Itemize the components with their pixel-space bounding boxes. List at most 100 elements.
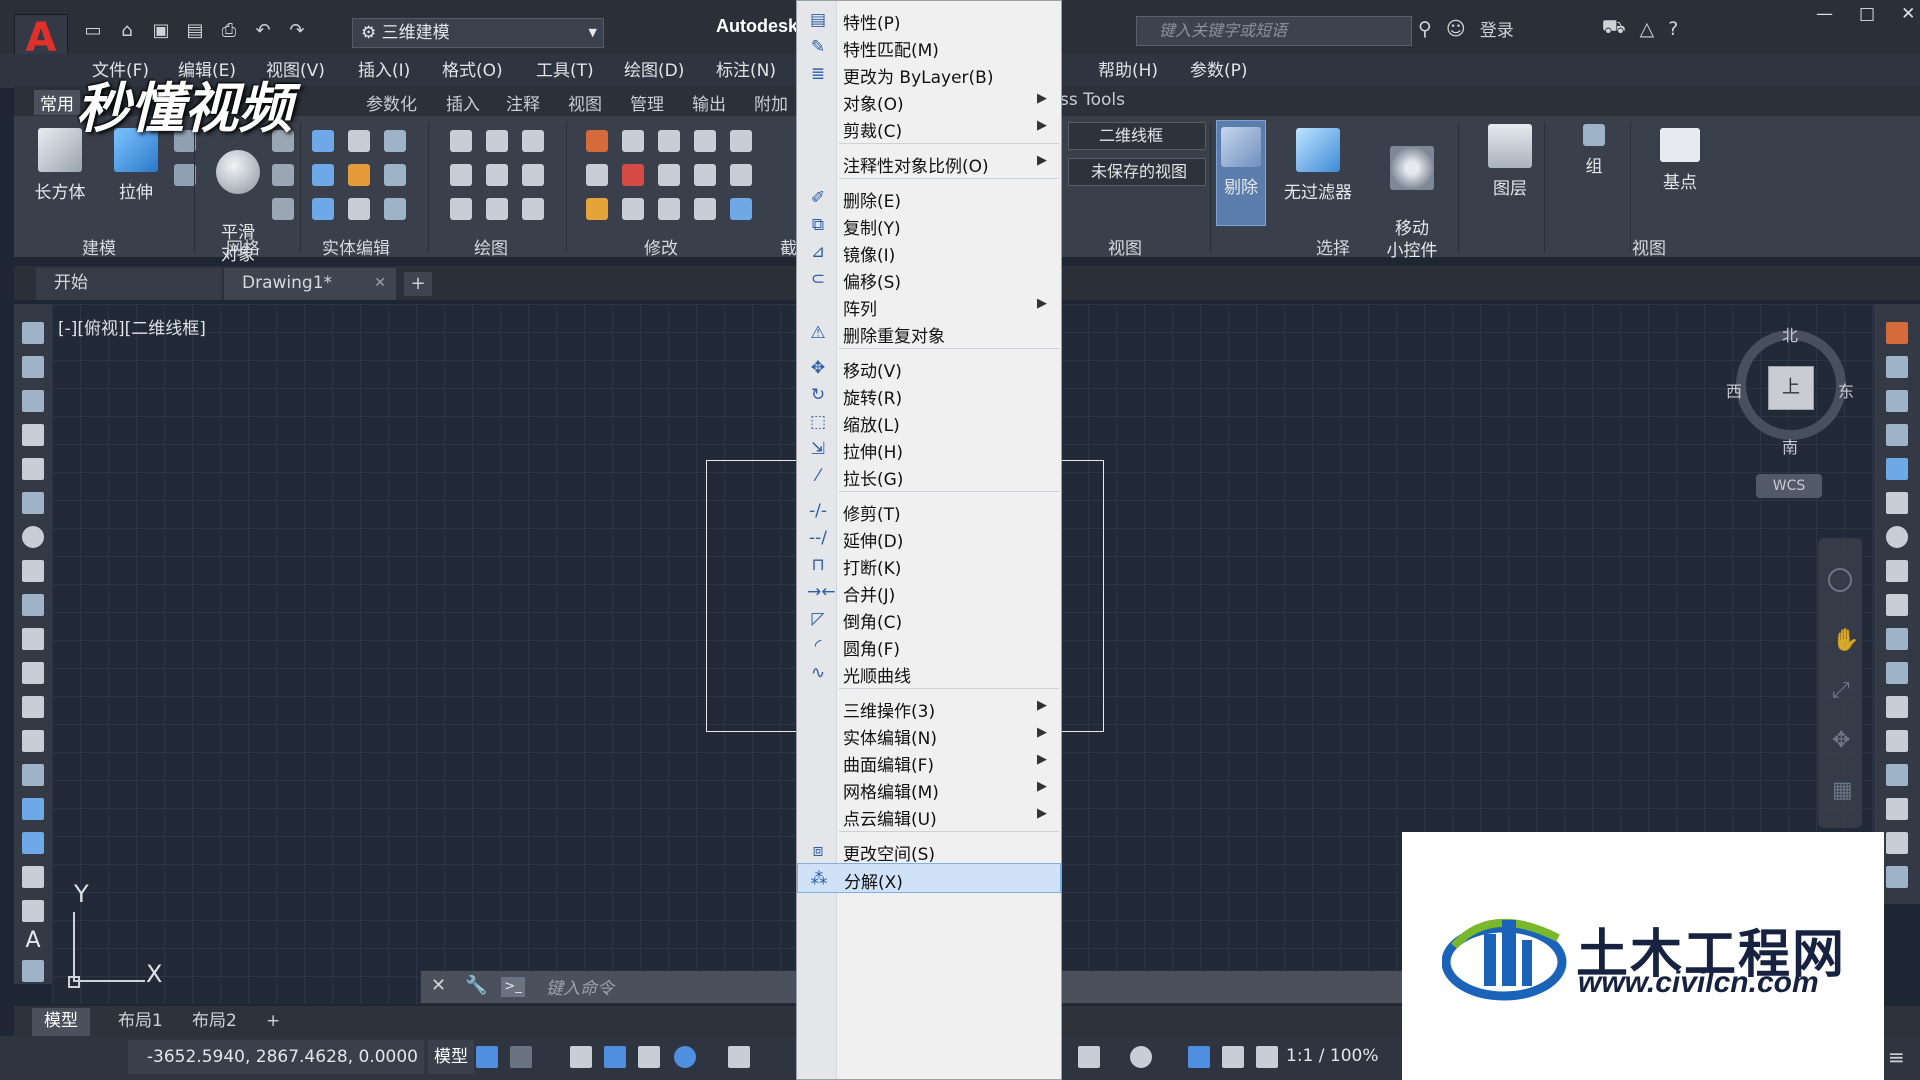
snap-icon[interactable] [510,1046,532,1068]
modify-tool-icon[interactable] [622,130,644,152]
arc-icon[interactable] [22,492,44,514]
context-menu-item[interactable]: ⇲ 拉伸(H) [797,434,1061,464]
context-menu-item[interactable]: 网格编辑(M) ▶ [797,774,1061,804]
close-icon[interactable]: ✕ [431,975,446,996]
command-input[interactable]: 键入命令 [546,974,614,999]
offset-icon[interactable] [1886,424,1908,446]
context-menu-item[interactable]: ∿ 光顺曲线 [797,658,1061,688]
ellipse-icon[interactable] [522,198,544,220]
pan-icon[interactable]: ✋ [1832,628,1859,653]
tab-addins[interactable]: 附加 [754,90,788,115]
viewport-controls-label[interactable]: [-][俯视][二维线框] [58,314,206,339]
polar-tracking-icon[interactable] [674,1046,696,1068]
tab-start[interactable]: 开始 [36,268,222,300]
tab-view[interactable]: 视图 [568,90,602,115]
close-tab-icon[interactable]: ✕ [374,268,386,298]
erase-icon[interactable] [1886,322,1908,344]
break-icon[interactable] [1886,730,1908,752]
revision-cloud-icon[interactable] [22,560,44,582]
move-icon[interactable] [658,130,680,152]
modify-tool-icon[interactable] [694,164,716,186]
context-menu-item[interactable]: ⊿ 镜像(I) [797,237,1061,267]
rectangle-icon[interactable] [22,458,44,480]
user-icon[interactable]: ☺ [1446,18,1466,40]
zoom-icon[interactable]: ⤢ [1832,678,1850,703]
infer-constraints-icon[interactable] [570,1046,592,1068]
model-space-button[interactable]: 模型 [428,1040,474,1074]
ellipse-arc-icon[interactable] [22,662,44,684]
autodesk-icon[interactable]: △ [1640,18,1655,40]
context-menu-item[interactable]: 曲面编辑(F) ▶ [797,747,1061,777]
menu-parametric[interactable]: 参数(P) [1190,56,1248,81]
array-icon[interactable] [1886,458,1908,480]
menu-insert[interactable]: 插入(I) [358,56,410,81]
mesh-tool-icon[interactable] [272,198,294,220]
mirror-icon[interactable] [1886,390,1908,412]
modify-tool-icon[interactable] [730,164,752,186]
context-menu-item[interactable]: 注释性对象比例(O) ▶ [797,148,1061,178]
solid-edit-icon[interactable] [384,130,406,152]
menu-draw[interactable]: 绘图(D) [624,56,684,81]
new-file-icon[interactable]: ▭ [80,18,106,44]
context-menu-item[interactable]: →← 合并(J) [797,577,1061,607]
group-button[interactable]: 组 [1564,124,1624,177]
save-icon[interactable]: ▣ [148,18,174,44]
context-menu-item[interactable]: ≣ 更改为 ByLayer(B) [797,59,1061,89]
point-icon[interactable] [22,764,44,786]
panel-title-view[interactable]: 视图 [1108,234,1142,259]
modify-tool-icon[interactable] [730,130,752,152]
join-icon[interactable] [1886,764,1908,786]
context-menu-item[interactable]: ⊂ 偏移(S) [797,264,1061,294]
tab-insert[interactable]: 插入 [446,90,480,115]
compass-west[interactable]: 西 [1726,378,1742,402]
context-menu-item[interactable]: ⁂ 分解(X) [797,863,1061,893]
array-icon[interactable] [730,198,752,220]
new-tab-button[interactable]: + [404,272,432,296]
object-snap-tracking-icon[interactable] [1130,1046,1152,1068]
context-menu-item[interactable]: --/ 延伸(D) [797,523,1061,553]
menu-dimension[interactable]: 标注(N) [716,56,776,81]
modify-tool-icon[interactable] [586,130,608,152]
login-link[interactable]: 登录 [1480,16,1514,41]
orbit-icon[interactable]: ✥ [1832,728,1850,753]
break-icon[interactable] [1886,696,1908,718]
context-menu-item[interactable]: 实体编辑(N) ▶ [797,720,1061,750]
context-menu-item[interactable]: ✥ 移动(V) [797,353,1061,383]
construction-line-icon[interactable] [22,356,44,378]
tab-model[interactable]: 模型 [32,1008,90,1036]
redo-icon[interactable]: ↷ [284,18,310,44]
multiline-text-icon[interactable]: A [22,930,44,952]
viewcube-top-face[interactable]: 上 [1768,366,1814,410]
move-gizmo-button[interactable]: 移动 小控件 [1370,124,1454,262]
workspace-dropdown[interactable]: ⚙ 三维建模 ▼ [352,18,604,48]
rotate-icon[interactable] [1886,526,1908,548]
move-icon[interactable] [1886,492,1908,514]
customization-menu-icon[interactable]: ≡ [1888,1046,1910,1068]
panel-title-selection[interactable]: 选择 [1316,234,1350,259]
trim-icon[interactable] [1886,628,1908,650]
named-view-dropdown[interactable]: 未保存的视图 [1068,158,1206,186]
add-selected-icon[interactable] [22,960,44,982]
spline-icon[interactable] [450,164,472,186]
context-menu-item[interactable]: ✐ 删除(E) [797,183,1061,213]
fillet-icon[interactable] [1886,832,1908,854]
circle-icon[interactable] [22,526,44,548]
context-menu-item[interactable]: ▤ 特性(P) [797,5,1061,35]
ellipse-icon[interactable] [22,628,44,650]
context-menu-item[interactable]: ⧉ 复制(Y) [797,210,1061,240]
solid-edit-icon[interactable] [348,130,370,152]
menu-tools[interactable]: 工具(T) [536,56,594,81]
polygon-icon[interactable] [450,198,472,220]
extend-icon[interactable] [1886,662,1908,684]
region-icon[interactable] [22,866,44,888]
steering-wheel-icon[interactable] [1828,568,1852,592]
annotation-visibility-icon[interactable] [1188,1046,1210,1068]
line-icon[interactable] [486,164,508,186]
subtract-icon[interactable] [312,164,334,186]
menu-help[interactable]: 帮助(H) [1098,56,1158,81]
isodraft-icon[interactable] [728,1046,750,1068]
panel-title-section[interactable]: 截 [780,234,797,259]
solid-edit-icon[interactable] [384,164,406,186]
search-input[interactable]: 键入关键字或短语 [1136,16,1412,46]
navigation-bar[interactable]: ✋ ⤢ ✥ ▦ [1818,538,1862,828]
